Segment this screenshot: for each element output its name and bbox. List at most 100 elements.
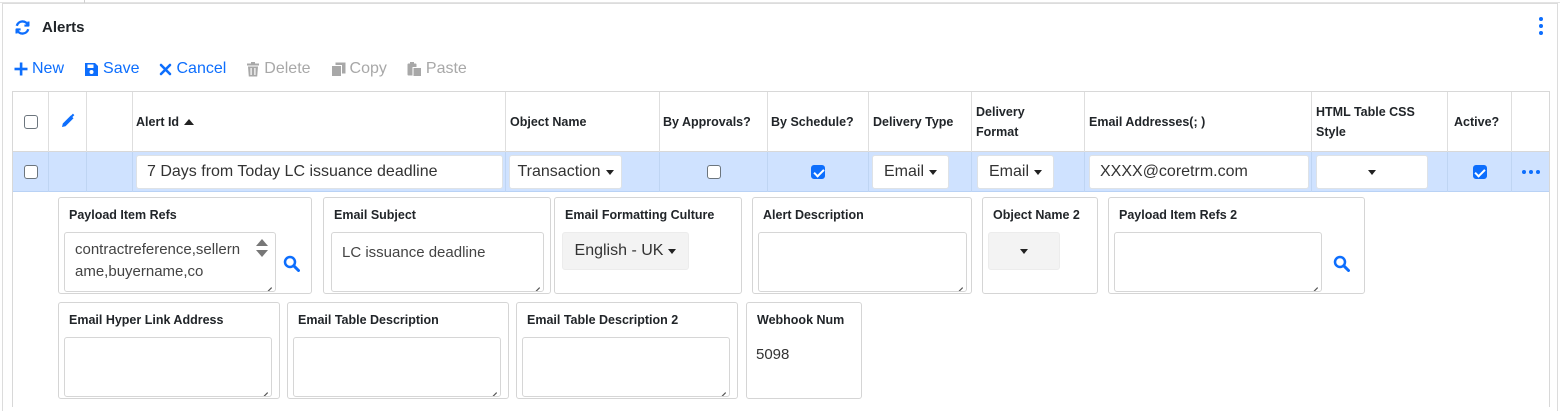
email-table-description-2-textarea[interactable] <box>522 337 730 397</box>
search-icon[interactable] <box>1332 254 1350 272</box>
chevron-down-icon <box>1020 248 1028 254</box>
webhook-num-value: 5098 <box>756 346 790 363</box>
resize-handle-icon[interactable] <box>264 280 272 288</box>
row-detail-form: Payload Item Refs contractreference,sell… <box>13 193 1549 408</box>
toolbar: New Save Cancel Delete Copy Paste <box>14 58 487 80</box>
copy-icon <box>330 62 346 77</box>
resize-handle-icon[interactable] <box>489 385 497 393</box>
active-checkbox[interactable] <box>1472 165 1487 179</box>
row-edit-cell <box>49 152 87 192</box>
by-approvals-cell <box>660 152 768 192</box>
html-table-css-style-column-header[interactable]: HTML Table CSS Style <box>1312 92 1448 152</box>
delivery-format-column-header[interactable]: Delivery Format <box>972 92 1085 152</box>
by-schedule-column-header[interactable]: By Schedule? <box>768 92 869 152</box>
chevron-down-icon <box>1368 169 1376 175</box>
delivery-format-cell: Email <box>972 152 1085 192</box>
plus-icon <box>14 62 28 76</box>
floppy-disk-icon <box>84 62 99 77</box>
new-button-label: New <box>32 60 65 77</box>
delivery-format-dropdown[interactable]: Email <box>977 155 1054 189</box>
by-schedule-checkbox[interactable] <box>811 165 825 179</box>
refresh-icon[interactable] <box>14 18 32 36</box>
by-approvals-checkbox[interactable] <box>706 165 721 179</box>
cancel-button-label: Cancel <box>176 60 227 77</box>
webhook-num-field: Webhook Num 5098 <box>746 302 862 399</box>
active-column-header[interactable]: Active? <box>1448 92 1512 152</box>
delivery-type-dropdown[interactable]: Email <box>872 155 949 189</box>
save-button[interactable]: Save <box>84 60 139 78</box>
payload-item-refs-field: Payload Item Refs contractreference,sell… <box>58 197 312 294</box>
payload-item-refs-textarea[interactable]: contractreference,sellername,buyername,c… <box>64 232 276 292</box>
delivery-type-column-header[interactable]: Delivery Type <box>869 92 972 152</box>
chevron-down-icon <box>1034 169 1042 175</box>
email-hyper-link-address-textarea[interactable] <box>64 337 272 397</box>
panel-header: Alerts <box>14 16 85 38</box>
edit-column-header <box>49 92 87 152</box>
row-spacer-cell <box>87 152 133 192</box>
email-subject-textarea[interactable]: LC issuance deadline <box>331 232 544 292</box>
delete-button[interactable]: Delete <box>246 60 311 78</box>
object-name-2-field: Object Name 2 <box>982 197 1098 294</box>
payload-item-refs-2-field: Payload Item Refs 2 <box>1108 197 1365 294</box>
by-schedule-cell <box>768 152 869 192</box>
resize-handle-icon[interactable] <box>718 385 726 393</box>
save-button-label: Save <box>103 60 140 77</box>
email-table-description-field: Email Table Description <box>287 302 509 399</box>
kebab-menu-icon[interactable] <box>1538 17 1544 35</box>
html-css-style-dropdown[interactable] <box>1316 155 1428 189</box>
chevron-down-icon <box>605 169 614 175</box>
html-css-style-cell <box>1312 152 1448 192</box>
alert-description-textarea[interactable] <box>758 232 967 292</box>
object-name-dropdown[interactable]: Transaction <box>509 155 622 189</box>
search-icon[interactable] <box>282 254 300 272</box>
alert-description-field: Alert Description <box>752 197 972 294</box>
object-name-column-header[interactable]: Object Name <box>506 92 660 152</box>
email-addresses-cell: XXXX@coretrm.com <box>1085 152 1312 192</box>
paste-button[interactable]: Paste <box>407 60 467 78</box>
close-icon <box>159 63 172 76</box>
email-table-description-textarea[interactable] <box>293 337 501 397</box>
email-addresses-input[interactable]: XXXX@coretrm.com <box>1089 155 1309 189</box>
email-table-description-2-field: Email Table Description 2 <box>516 302 738 399</box>
active-cell <box>1448 152 1512 192</box>
alert-id-column-header[interactable]: Alert Id <box>133 92 506 152</box>
email-addresses-column-header[interactable]: Email Addresses(; ) <box>1085 92 1312 152</box>
delete-button-label: Delete <box>264 60 311 77</box>
paste-button-label: Paste <box>425 60 467 77</box>
select-all-checkbox[interactable] <box>24 115 38 129</box>
spacer-column-header <box>87 92 133 152</box>
alerts-grid: Alert Id Object Name By Approvals? By Sc… <box>12 91 1550 408</box>
grid-header-row: Alert Id Object Name By Approvals? By Sc… <box>13 92 1549 152</box>
resize-handle-icon[interactable] <box>1310 280 1318 288</box>
pencil-icon[interactable] <box>60 113 76 132</box>
new-button[interactable]: New <box>14 60 64 78</box>
alert-id-cell: 7 Days from Today LC issuance deadline <box>133 152 506 192</box>
copy-button[interactable]: Copy <box>330 60 387 78</box>
table-row[interactable]: 7 Days from Today LC issuance deadline T… <box>13 152 1549 192</box>
email-formatting-culture-dropdown[interactable]: English - UK <box>562 232 689 270</box>
delivery-type-cell: Email <box>869 152 972 192</box>
row-select-cell <box>13 152 49 192</box>
email-subject-field: Email Subject LC issuance deadline <box>323 197 551 294</box>
chevron-down-icon <box>668 248 677 254</box>
row-actions-cell <box>1512 152 1549 192</box>
chevron-down-icon <box>929 169 937 175</box>
sort-ascending-icon <box>184 119 195 125</box>
resize-handle-icon[interactable] <box>532 280 540 288</box>
payload-item-refs-2-textarea[interactable] <box>1114 232 1322 292</box>
trash-icon <box>246 61 260 77</box>
page-title: Alerts <box>42 18 85 36</box>
paste-icon <box>407 61 422 77</box>
resize-handle-icon[interactable] <box>260 385 268 393</box>
cancel-button[interactable]: Cancel <box>159 60 226 78</box>
object-name-cell: Transaction <box>506 152 660 192</box>
select-all-checkbox-cell <box>13 92 49 152</box>
by-approvals-column-header[interactable]: By Approvals? <box>660 92 768 152</box>
scroll-arrows-icon[interactable] <box>253 239 271 257</box>
alert-id-input[interactable]: 7 Days from Today LC issuance deadline <box>136 155 503 189</box>
resize-handle-icon[interactable] <box>955 280 963 288</box>
email-hyper-link-address-field: Email Hyper Link Address <box>58 302 280 399</box>
object-name-2-dropdown[interactable] <box>988 232 1060 270</box>
row-select-checkbox[interactable] <box>24 165 38 179</box>
row-actions-ellipsis-icon[interactable] <box>1521 170 1540 174</box>
